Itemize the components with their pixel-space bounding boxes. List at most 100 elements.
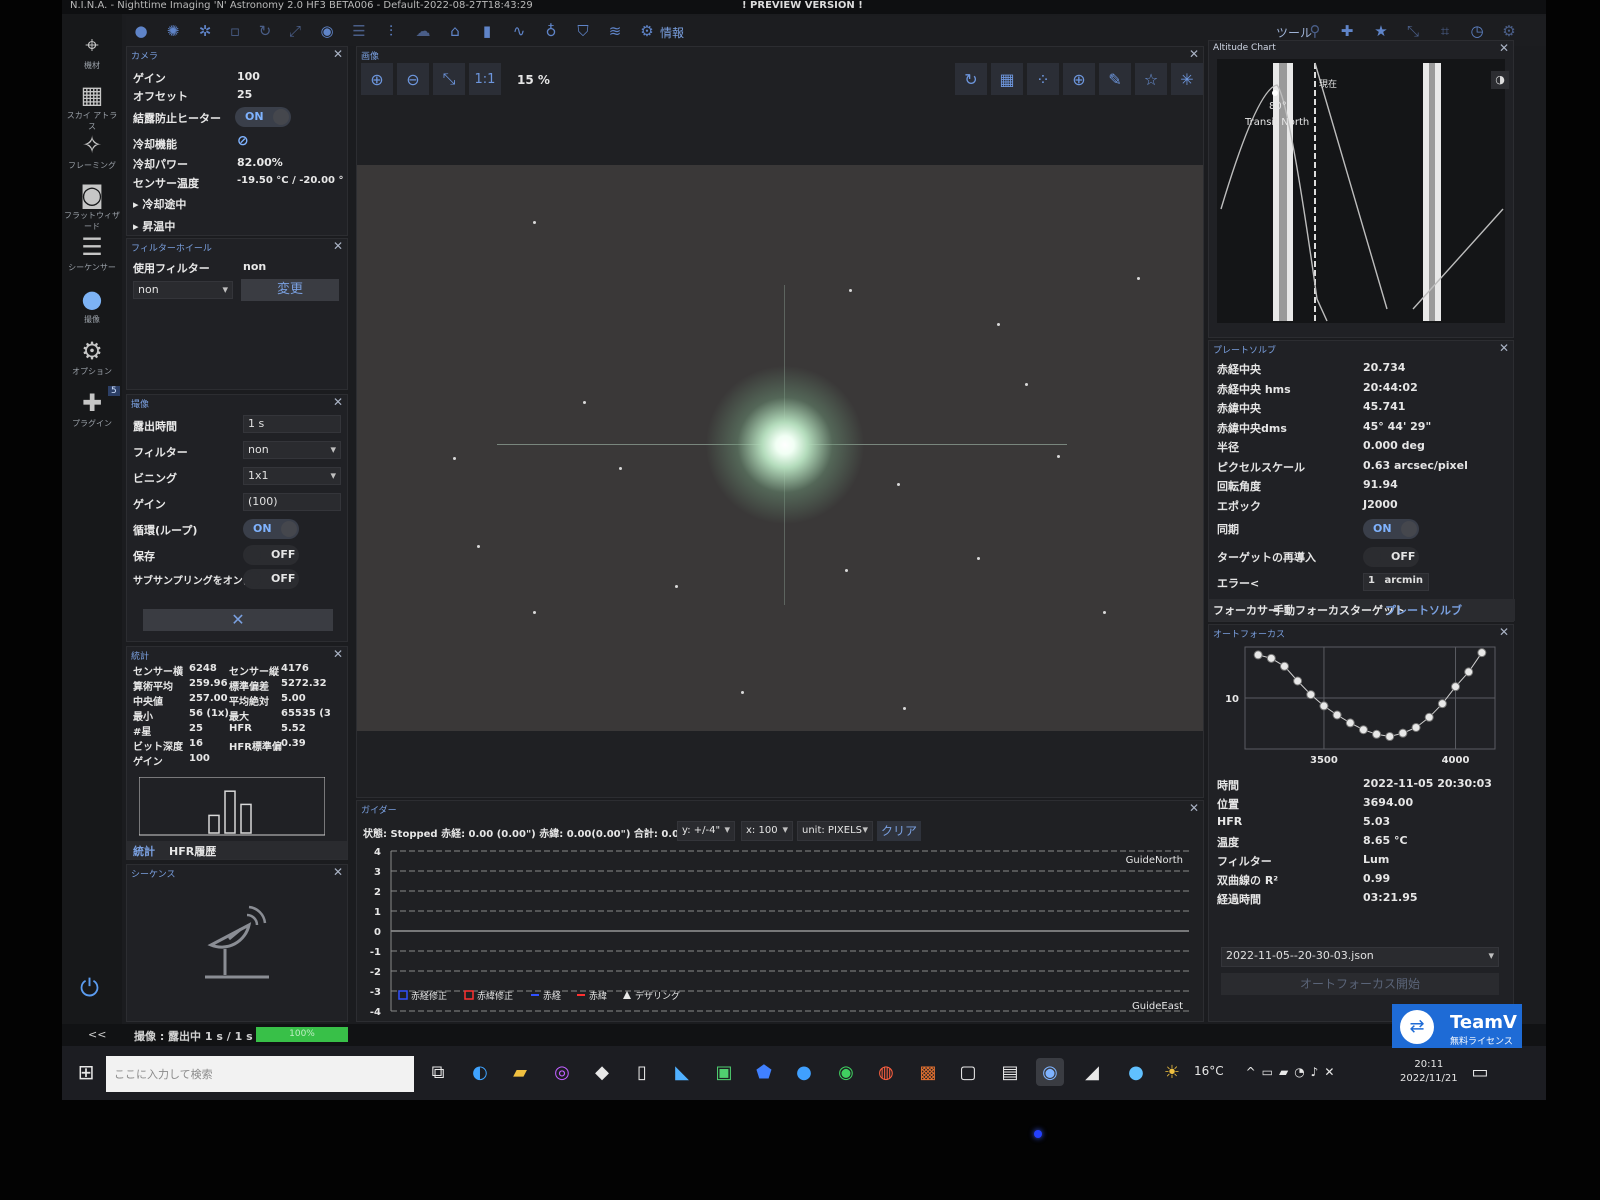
camera-icon[interactable]: ● [130,20,152,42]
close-icon[interactable]: ✕ [1189,801,1199,815]
cooling-expander[interactable]: ▸ 冷却途中 [133,195,339,213]
exposure-input[interactable]: 1 s [243,415,341,433]
sidebar-item-flat-wizard[interactable]: ◙ フラットウィザード [64,180,120,232]
start-autofocus-button[interactable]: オートフォーカス開始 [1221,973,1499,995]
folder-icon[interactable]: ▰ [506,1058,534,1086]
app-icon[interactable]: ◢ [1078,1058,1106,1086]
app-icon[interactable]: ▢ [954,1058,982,1086]
sidebar-item-sky-atlas[interactable]: ▦ スカイ アトラス [64,80,120,132]
sidebar-item-plugins[interactable]: ✚ プラグイン 5 [64,386,120,429]
info-gear-icon[interactable]: ⚙ [636,20,658,42]
app-icon[interactable]: ◉ [832,1058,860,1086]
app-icon[interactable]: ▤ [996,1058,1024,1086]
wand-icon[interactable]: ⚲ [1304,20,1326,42]
change-filter-button[interactable]: 変更 [241,279,339,301]
weather-icon[interactable]: ☀ [1158,1058,1186,1086]
system-tray[interactable]: ^▭▰◔♪✕ [1238,1058,1348,1086]
task-view-icon[interactable]: ⧉ [424,1058,452,1086]
tab-plate-solve[interactable]: プレートソルブ [1385,602,1462,618]
y-scale-dropdown[interactable]: y: +/-4" [677,821,735,841]
warming-expander[interactable]: ▸ 昇温中 [133,217,339,235]
spikes-icon[interactable]: ✳ [1171,63,1203,95]
stars-icon[interactable]: ⁘ [1027,63,1059,95]
flat-panel-icon[interactable]: ▫ [224,20,246,42]
rotate-icon[interactable]: ↻ [955,63,987,95]
close-icon[interactable]: ✕ [333,395,343,409]
close-icon[interactable]: ✕ [1499,41,1509,55]
star-outline-icon[interactable]: ☆ [1135,63,1167,95]
fit-icon[interactable]: ⤡ [433,63,465,95]
clear-button[interactable]: クリア [877,821,921,841]
nina-app-icon[interactable]: ◉ [1036,1058,1064,1086]
app-icon[interactable]: ⬟ [750,1058,778,1086]
app-icon[interactable]: ◆ [588,1058,616,1086]
sidebar-item-options[interactable]: ⚙ オプション [64,336,120,377]
close-icon[interactable]: ✕ [1499,341,1509,355]
taskbar-search-input[interactable]: ここに入力して検索 [106,1056,414,1092]
sliders-icon[interactable]: ⫶ [380,20,402,42]
zoom-one-button[interactable]: 1:1 [469,63,501,95]
shield-icon[interactable]: ⛉ [572,20,594,42]
tab-focuser[interactable]: フォーカサー [1213,602,1279,618]
teamviewer-popup[interactable]: ⇄ TeamV 無料ライセンス [1392,1004,1522,1048]
edge-icon[interactable]: ◐ [466,1058,494,1086]
gain-input[interactable]: (100) [243,493,341,511]
app-icon[interactable]: ▯ [628,1058,656,1086]
rotator-icon[interactable]: ↻ [254,20,276,42]
close-icon[interactable]: ✕ [333,865,343,879]
save-toggle[interactable]: OFF [243,545,299,565]
focuser-icon[interactable]: ✲ [194,20,216,42]
star-icon[interactable]: ★ [1370,20,1392,42]
weather-temp[interactable]: 16°C [1194,1064,1224,1078]
sidebar-item-framing[interactable]: ✧ フレーミング [64,130,120,171]
dew-heater-toggle[interactable]: ON [235,107,291,127]
messenger-icon[interactable]: ◎ [548,1058,576,1086]
app-icon[interactable]: ● [1122,1058,1150,1086]
taskbar-clock[interactable]: 20:11 2022/11/21 [1400,1058,1458,1086]
app-icon[interactable]: ◍ [872,1058,900,1086]
tab-hfr-history[interactable]: HFR履歴 [169,843,216,859]
guider-icon[interactable]: ◉ [316,20,338,42]
app-icon[interactable]: ▣ [710,1058,738,1086]
windows-start-icon[interactable]: ⊞ [72,1058,100,1086]
expand-icon[interactable]: ⤡ [1402,20,1424,42]
reslew-toggle[interactable]: OFF [1363,547,1419,567]
close-icon[interactable]: ✕ [333,239,343,253]
app-icon[interactable]: ◣ [668,1058,696,1086]
power-icon[interactable]: ⏻ [80,974,99,1002]
crosshair-icon[interactable]: ⊕ [1063,63,1095,95]
cloud-icon[interactable]: ☁ [412,20,434,42]
cancel-exposure-button[interactable]: ✕ [143,609,333,631]
sidebar-item-equipment[interactable]: ⌖ 機材 [64,30,120,71]
filter-dropdown[interactable]: non [243,441,341,459]
subsample-toggle[interactable]: OFF [243,569,299,589]
close-icon[interactable]: ✕ [333,647,343,661]
captured-image[interactable] [357,165,1203,731]
close-icon[interactable]: ✕ [333,47,343,61]
info-label[interactable]: 情報 [660,24,684,41]
autofocus-file-select[interactable]: 2022-11-05--20-30-03.json [1221,947,1499,967]
pencil-icon[interactable]: ✎ [1099,63,1131,95]
bar-chart-icon[interactable]: ▮ [476,20,498,42]
sync-toggle[interactable]: ON [1363,519,1419,539]
history-icon[interactable]: ◷ [1466,20,1488,42]
unit-dropdown[interactable]: unit: PIXELS [797,821,873,841]
x-scale-dropdown[interactable]: x: 100 [741,821,793,841]
close-icon[interactable]: ✕ [1499,625,1509,639]
settings-icon[interactable]: ⚙ [1498,20,1520,42]
zoom-in-icon[interactable]: ⊕ [361,63,393,95]
zoom-out-icon[interactable]: ⊖ [397,63,429,95]
graph-icon[interactable]: ∿ [508,20,530,42]
notification-icon[interactable]: ▭ [1466,1058,1494,1086]
filter-wheel-icon[interactable]: ✺ [162,20,184,42]
error-input[interactable]: 1 arcmin [1363,573,1429,591]
filter-select[interactable]: non [133,281,233,299]
grid-icon[interactable]: ▦ [991,63,1023,95]
mount-icon[interactable]: ⤢ [284,20,306,42]
binning-dropdown[interactable]: 1x1 [243,467,341,485]
expand-toggle[interactable]: << [88,1028,106,1041]
cooler-check-icon[interactable]: ⊘ [237,133,249,149]
crosshair-icon[interactable]: ✚ [1336,20,1358,42]
list-icon[interactable]: ☰ [348,20,370,42]
app-icon[interactable]: ▩ [914,1058,942,1086]
